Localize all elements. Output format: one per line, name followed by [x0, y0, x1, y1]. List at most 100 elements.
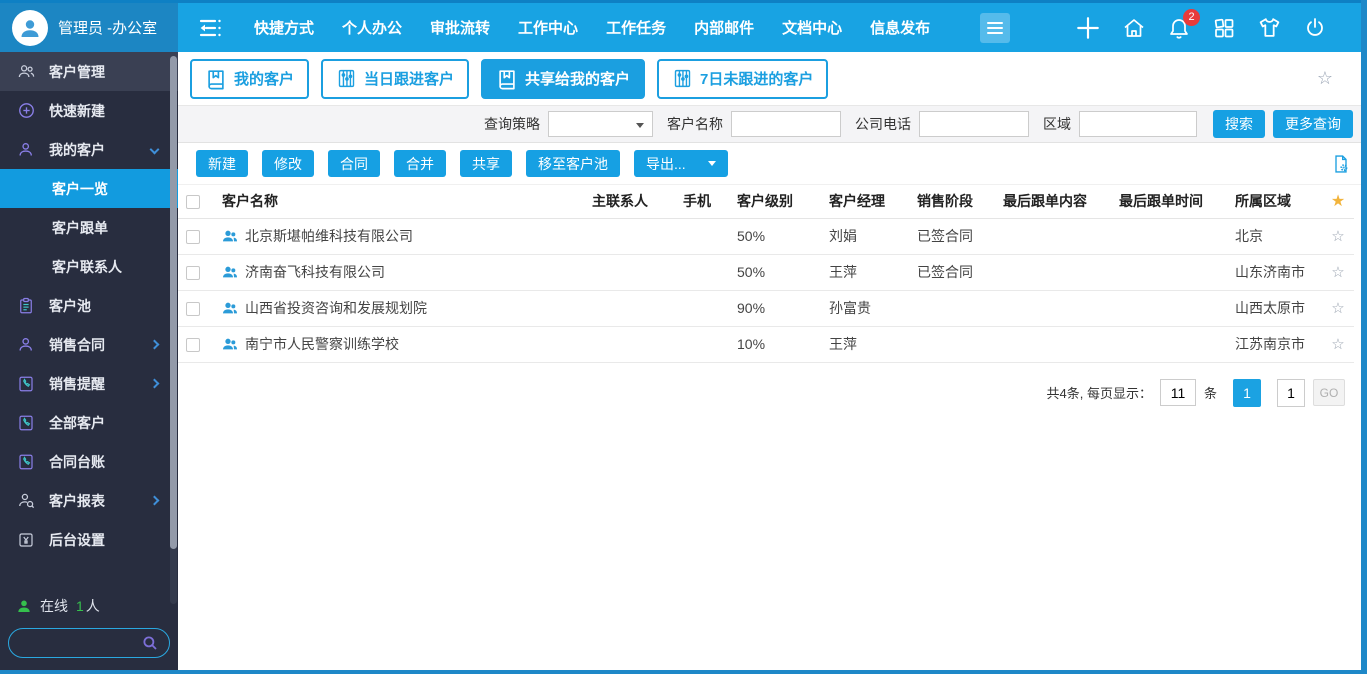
sidebar-search-box [8, 628, 170, 658]
col-main-contact[interactable]: 主联系人 [584, 185, 675, 218]
sidebar-item-customer-management[interactable]: 客户管理 [0, 52, 178, 91]
goto-page-input[interactable] [1277, 379, 1305, 407]
row-checkbox[interactable] [186, 266, 200, 280]
company-phone-input[interactable] [919, 111, 1029, 137]
tab-today-followup[interactable]: 当日跟进客户 [321, 59, 469, 99]
sidebar-item-sales-contracts[interactable]: 销售合同 [0, 325, 178, 364]
col-customer-level[interactable]: 客户级别 [729, 185, 821, 218]
table-row[interactable]: 南宁市人民警察训练学校 10% 王萍 江苏南京市 ☆ [178, 326, 1354, 362]
col-last-followup-content[interactable]: 最后跟单内容 [995, 185, 1111, 218]
new-button[interactable]: 新建 [196, 150, 248, 177]
customer-name[interactable]: 济南奋飞科技有限公司 [245, 262, 385, 282]
col-region[interactable]: 所属区域 [1227, 185, 1322, 218]
menu-item-document-center[interactable]: 文档中心 [768, 17, 856, 38]
search-icon[interactable] [141, 634, 159, 657]
region-input[interactable] [1079, 111, 1197, 137]
star-filled-icon[interactable]: ★ [1331, 193, 1345, 210]
online-user-icon [16, 598, 32, 614]
page-size-input[interactable] [1160, 379, 1196, 406]
customer-name-input[interactable] [731, 111, 841, 137]
table-row[interactable]: 济南奋飞科技有限公司 50% 王萍 已签合同 山东济南市 ☆ [178, 254, 1354, 290]
customer-name[interactable]: 南宁市人民警察训练学校 [245, 334, 399, 354]
pagination-summary: 共4条, 每页显示： [1047, 383, 1152, 402]
col-sales-stage[interactable]: 销售阶段 [909, 185, 995, 218]
customer-name[interactable]: 北京斯堪帕维科技有限公司 [245, 226, 413, 246]
menu-collapse-icon[interactable] [196, 16, 224, 40]
sidebar-navigation: 客户管理 快速新建 我的客户 客户一览 客户跟单 [0, 52, 178, 670]
sidebar-item-customer-contacts[interactable]: 客户联系人 [0, 247, 178, 286]
merge-button[interactable]: 合并 [394, 150, 446, 177]
window-scrollbar-right[interactable] [1361, 0, 1367, 674]
column-settings-icon[interactable] [1331, 154, 1351, 174]
col-last-followup-time[interactable]: 最后跟单时间 [1111, 185, 1227, 218]
sidebar-scrollbar[interactable] [170, 56, 177, 604]
notifications-bell-icon[interactable]: 2 [1167, 16, 1191, 40]
tab-7day-no-followup[interactable]: 7日未跟进的客户 [657, 59, 828, 99]
sidebar-item-customer-reports[interactable]: 客户报表 [0, 481, 178, 520]
sidebar-item-customer-list[interactable]: 客户一览 [0, 169, 178, 208]
tab-shared-with-me[interactable]: 共享给我的客户 [481, 59, 645, 99]
sidebar-item-quick-create[interactable]: 快速新建 [0, 91, 178, 130]
customer-icon [222, 336, 238, 352]
sidebar-item-label: 销售提醒 [49, 374, 105, 394]
sidebar-item-backend-settings[interactable]: 后台设置 [0, 520, 178, 559]
go-button[interactable]: GO [1313, 379, 1345, 406]
star-outline-icon[interactable]: ☆ [1331, 300, 1344, 317]
more-search-button[interactable]: 更多查询 [1273, 110, 1353, 138]
page-button-1[interactable]: 1 [1233, 379, 1261, 407]
favorite-star-icon[interactable]: ☆ [1317, 68, 1333, 89]
sidebar-item-label: 快速新建 [49, 101, 105, 121]
star-outline-icon[interactable]: ☆ [1331, 264, 1344, 281]
table-row[interactable]: 山西省投资咨询和发展规划院 90% 孙富贵 山西太原市 ☆ [178, 290, 1354, 326]
sidebar-item-customer-follow[interactable]: 客户跟单 [0, 208, 178, 247]
col-mobile[interactable]: 手机 [675, 185, 729, 218]
row-checkbox[interactable] [186, 230, 200, 244]
select-all-checkbox[interactable] [186, 195, 200, 209]
more-menu-button[interactable] [980, 13, 1010, 43]
contract-button[interactable]: 合同 [328, 150, 380, 177]
sidebar-item-contract-ledger[interactable]: 合同台账 [0, 442, 178, 481]
cell-last-content [995, 218, 1111, 254]
menu-item-approval-flow[interactable]: 审批流转 [416, 17, 504, 38]
table-row[interactable]: 北京斯堪帕维科技有限公司 50% 刘娟 已签合同 北京 ☆ [178, 218, 1354, 254]
row-checkbox[interactable] [186, 302, 200, 316]
sidebar-scrollbar-thumb[interactable] [170, 56, 177, 549]
cell-last-time [1111, 326, 1227, 362]
menu-item-info-publish[interactable]: 信息发布 [856, 17, 944, 38]
export-button[interactable]: 导出... [634, 150, 728, 177]
menu-item-personal-office[interactable]: 个人办公 [328, 17, 416, 38]
sidebar-item-customer-pool[interactable]: 客户池 [0, 286, 178, 325]
logout-power-icon[interactable] [1303, 16, 1327, 40]
tab-my-customers[interactable]: 我的客户 [190, 59, 309, 99]
user-panel[interactable]: 管理员 -办公室 [0, 3, 178, 52]
company-phone-label: 公司电话 [855, 114, 911, 134]
apps-grid-icon[interactable] [1212, 16, 1236, 40]
menu-item-work-center[interactable]: 工作中心 [504, 17, 592, 38]
star-outline-icon[interactable]: ☆ [1331, 228, 1344, 245]
sidebar-item-my-customers[interactable]: 我的客户 [0, 130, 178, 169]
menu-item-work-tasks[interactable]: 工作任务 [592, 17, 680, 38]
edit-button[interactable]: 修改 [262, 150, 314, 177]
tab-label: 当日跟进客户 [364, 68, 454, 89]
star-outline-icon[interactable]: ☆ [1331, 336, 1344, 353]
move-to-pool-button[interactable]: 移至客户池 [526, 150, 620, 177]
contact-book-icon [16, 375, 36, 393]
user-avatar-icon[interactable] [12, 10, 48, 46]
theme-tshirt-icon[interactable] [1257, 15, 1282, 40]
row-checkbox[interactable] [186, 338, 200, 352]
strategy-select[interactable] [548, 111, 653, 137]
add-icon[interactable] [1075, 15, 1101, 41]
sidebar-item-sales-reminders[interactable]: 销售提醒 [0, 364, 178, 403]
cell-manager: 孙富贵 [821, 290, 909, 326]
customer-name[interactable]: 山西省投资咨询和发展规划院 [245, 298, 427, 318]
menu-item-shortcuts[interactable]: 快捷方式 [240, 17, 328, 38]
users-icon [16, 62, 36, 81]
share-button[interactable]: 共享 [460, 150, 512, 177]
sidebar-item-all-customers[interactable]: 全部客户 [0, 403, 178, 442]
col-customer-manager[interactable]: 客户经理 [821, 185, 909, 218]
contact-book-icon [16, 414, 36, 432]
col-customer-name[interactable]: 客户名称 [214, 185, 584, 218]
search-button[interactable]: 搜索 [1213, 110, 1265, 138]
home-icon[interactable] [1122, 16, 1146, 40]
menu-item-internal-mail[interactable]: 内部邮件 [680, 17, 768, 38]
